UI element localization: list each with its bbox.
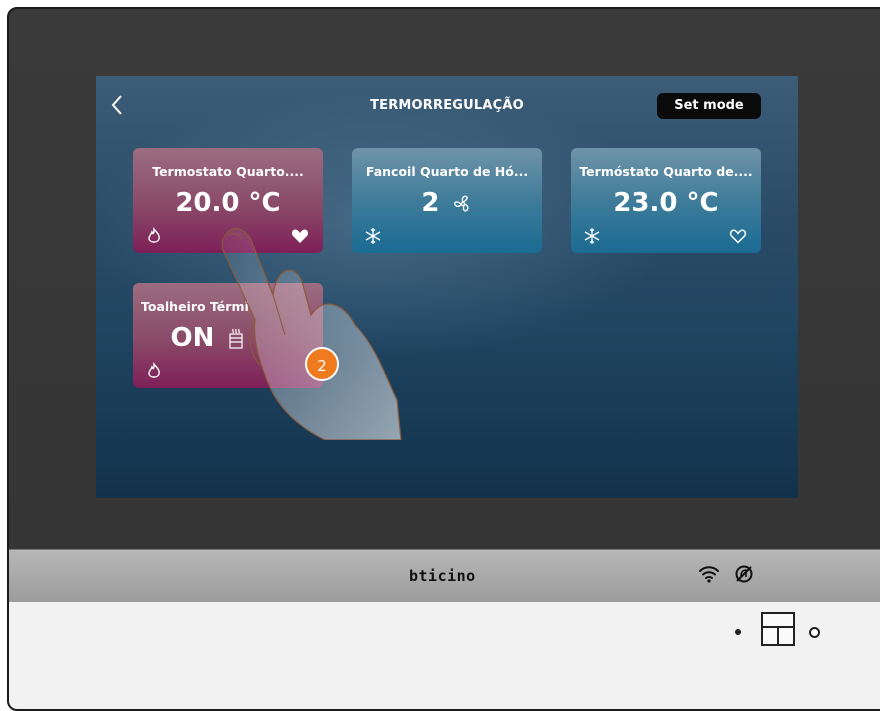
tile-state-value: ON [170,323,215,353]
top-bar: TERMORREGULAÇÃO Set mode [96,76,798,136]
video-intercom-device: TERMORREGULAÇÃO Set mode Termostato Quar… [7,7,880,711]
fan-icon [453,195,469,212]
set-mode-button[interactable]: Set mode [657,93,761,119]
towel-radiator-icon [229,328,244,349]
heart-outline-icon[interactable] [729,228,747,244]
tile-temperature: 23.0 °C [613,188,719,218]
tile-name: Termóstato Quarto de.... [579,164,753,179]
snowflake-icon [584,228,600,244]
tile-fan-speed: 2 [352,188,542,218]
indicator-light [809,627,820,638]
tile-name: Termostato Quarto.... [152,164,304,179]
tile-state: ON [133,323,323,353]
wifi-icon [699,566,719,583]
tile-name: Fancoil Quarto de Hó... [365,164,529,179]
device-base [9,602,880,709]
snowflake-icon [365,228,381,244]
status-led [735,629,741,635]
flame-icon [148,227,160,243]
touch-screen: TERMORREGULAÇÃO Set mode Termostato Quar… [96,76,798,498]
heart-filled-icon[interactable] [291,228,309,244]
thermostat-tile[interactable]: Termóstato Quarto de.... 23.0 °C [571,148,761,253]
brand-logo: bticino [409,567,476,585]
tile-name: Toalheiro Térmi [141,299,249,314]
fan-speed-value: 2 [421,188,440,218]
do-not-disturb-icon [735,565,753,583]
step-number-badge: 2 [305,347,339,381]
flame-icon [148,362,160,378]
towel-warmer-tile[interactable]: Toalheiro Térmi ON [133,283,323,388]
thermostat-tile[interactable]: Termostato Quarto.... 20.0 °C [133,148,323,253]
tile-temperature: 20.0 °C [175,188,281,218]
home-button[interactable] [761,612,795,646]
brand-strip: bticino [9,549,880,603]
fancoil-tile[interactable]: Fancoil Quarto de Hó... 2 [352,148,542,253]
